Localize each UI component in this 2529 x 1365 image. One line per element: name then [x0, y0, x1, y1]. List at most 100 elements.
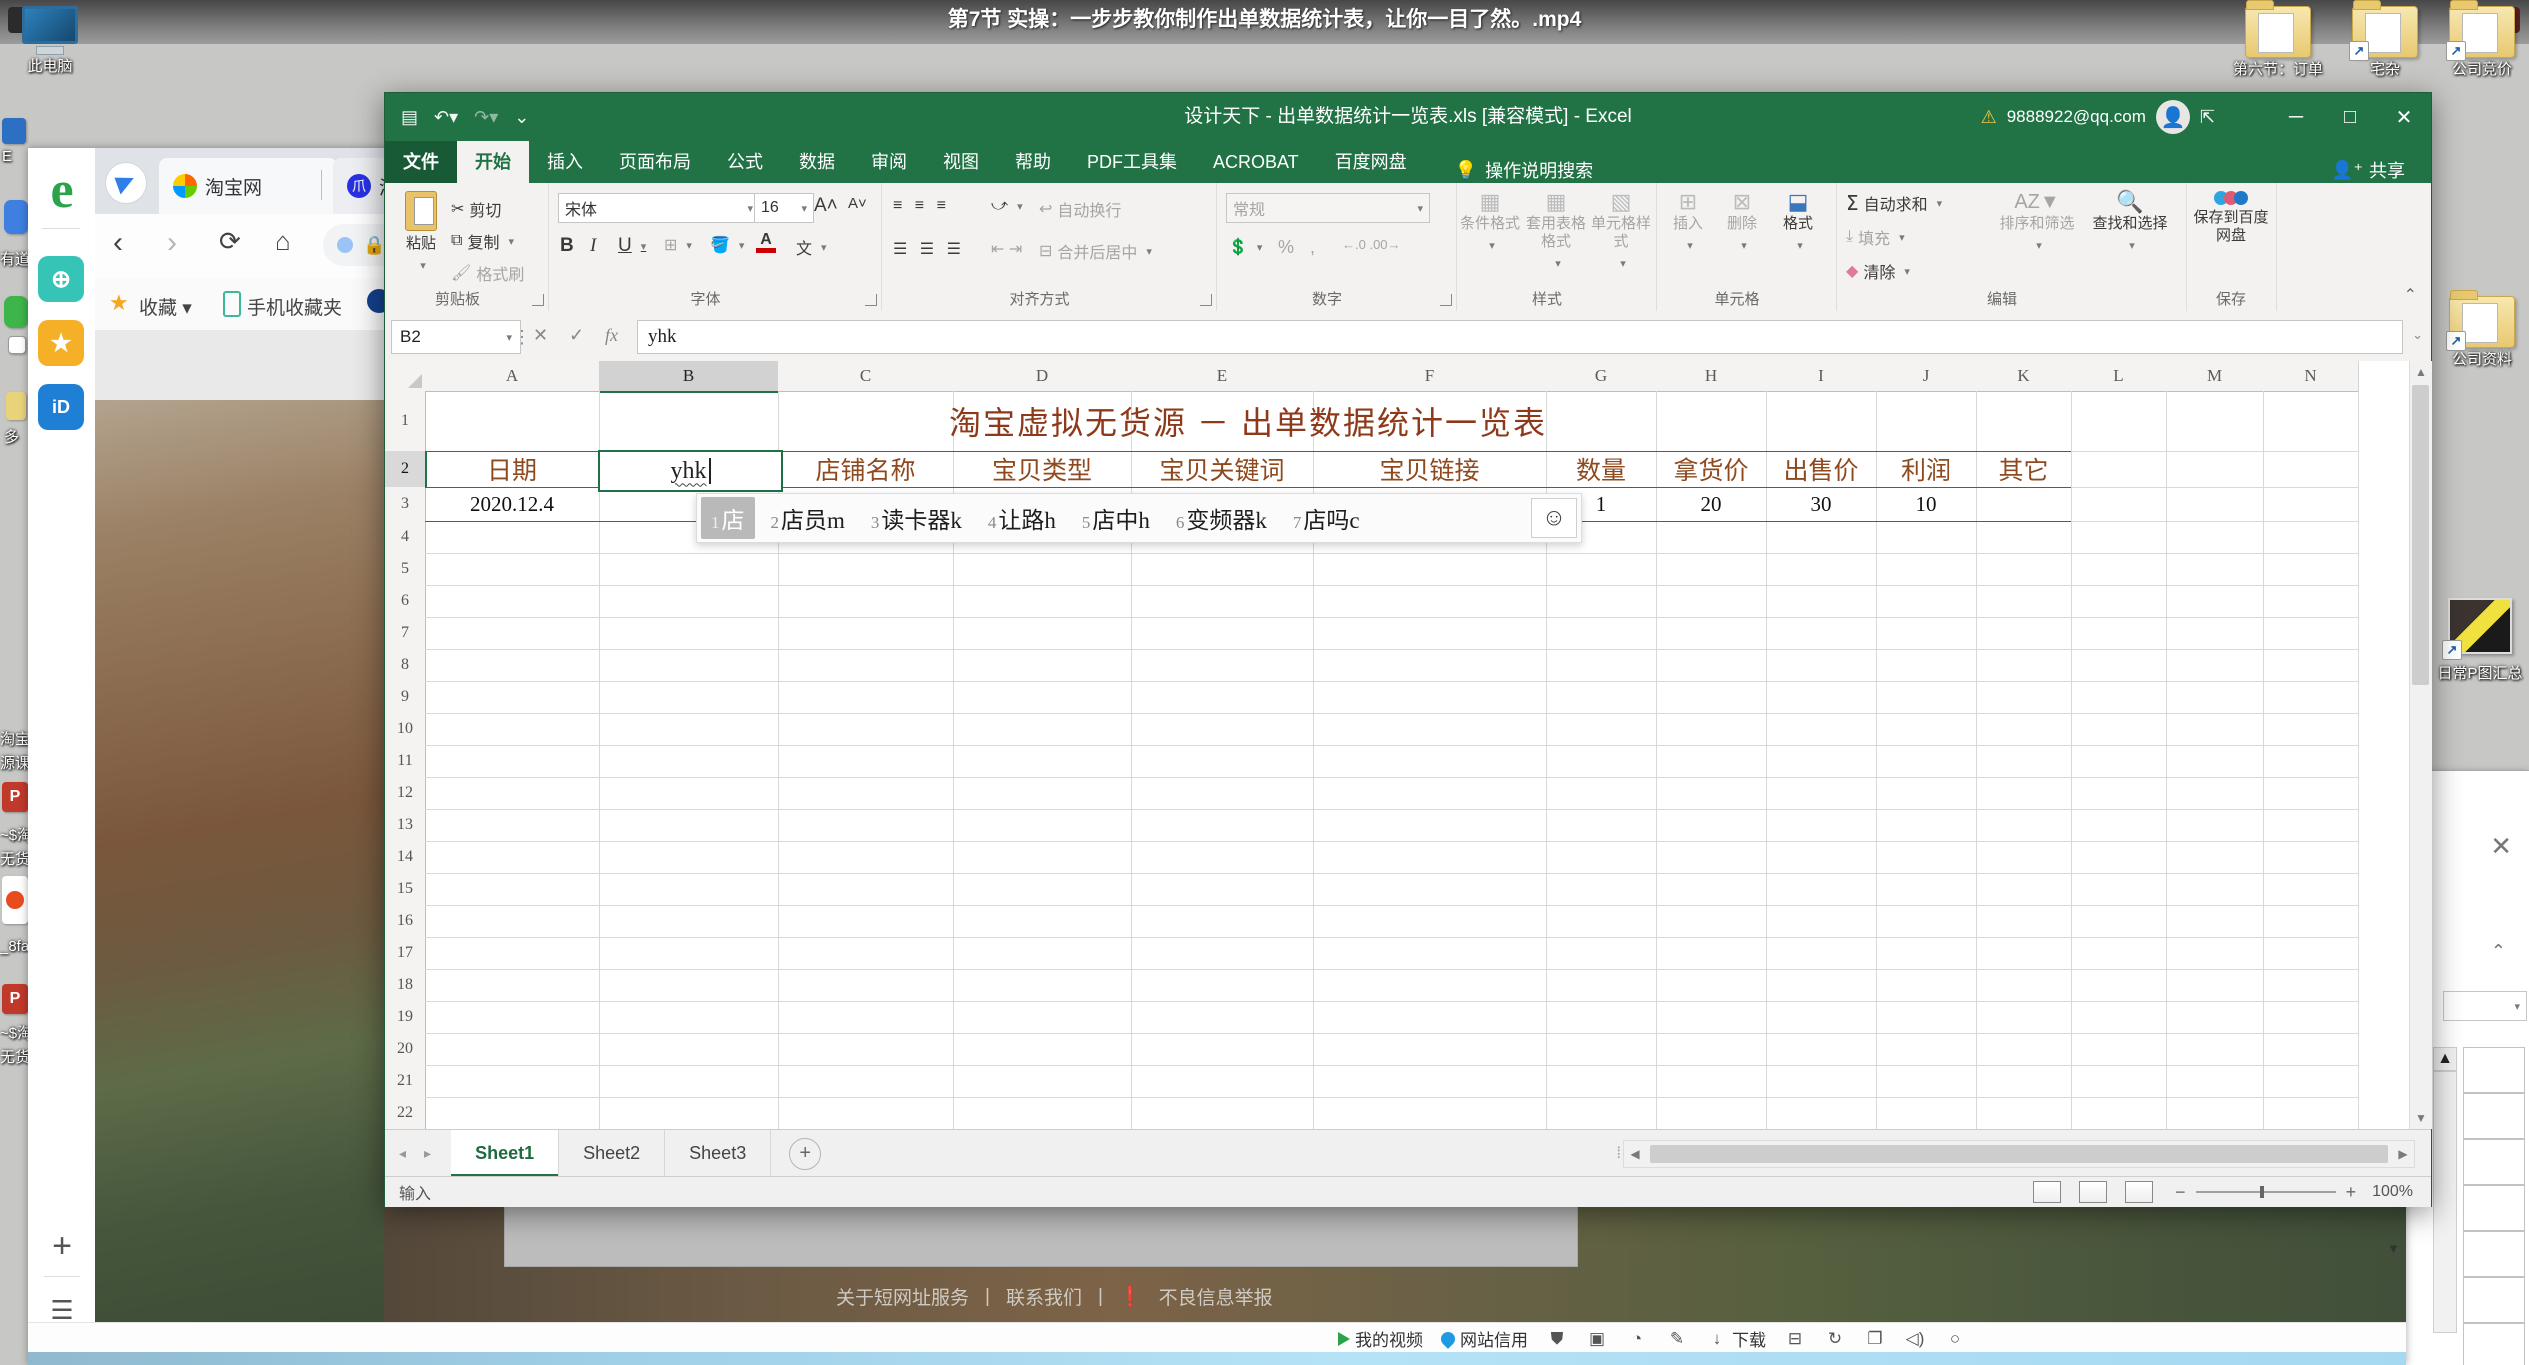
window-icon[interactable]: ❐ [1864, 1328, 1886, 1350]
clear-button[interactable]: ◆清除▾ [1846, 259, 1910, 283]
back-icon[interactable]: ‹ [113, 226, 123, 260]
grid-cell-J2-header[interactable]: 利润 [1876, 451, 1976, 487]
column-header-A[interactable]: A [425, 361, 600, 392]
column-header-I[interactable]: I [1766, 361, 1877, 392]
chevron-up-icon[interactable]: ⌃ [2491, 941, 2506, 962]
site-credit-button[interactable]: 网站信用 [1441, 1326, 1528, 1351]
row-header-3[interactable]: 3 [385, 487, 426, 522]
phonetic-button[interactable]: 文▾ [796, 235, 827, 259]
grid-cell-F2-header[interactable]: 宝贝链接 [1313, 451, 1546, 487]
page-layout-view-icon[interactable] [2079, 1181, 2107, 1203]
scroll-thumb[interactable] [1650, 1145, 2388, 1163]
scroll-up-icon[interactable]: ▲ [2433, 1047, 2457, 1071]
favorites-star-icon[interactable]: ★ [38, 320, 84, 366]
number-format-combo[interactable]: 常规▾ [1226, 193, 1430, 223]
id-tool-icon[interactable]: iD [38, 384, 84, 430]
send-page-icon[interactable] [105, 162, 147, 204]
sheet-title-cell[interactable]: 淘宝虚拟无货源 － 出单数据统计一览表 [425, 391, 2071, 451]
row-header-17[interactable]: 17 [385, 937, 426, 970]
new-sheet-icon[interactable]: + [789, 1138, 821, 1170]
desktop-icon-p-file-2[interactable]: P [2, 984, 28, 1014]
row-header-21[interactable]: 21 [385, 1065, 426, 1098]
fill-button[interactable]: ⤓填充▾ [1846, 225, 1905, 249]
row-header-20[interactable]: 20 [385, 1033, 426, 1066]
copy-button[interactable]: ⧉复制▾ [451, 229, 514, 253]
grid-cell-D2-header[interactable]: 宝贝类型 [953, 451, 1131, 487]
grid-cell-H2-header[interactable]: 拿货价 [1656, 451, 1766, 487]
emoji-button[interactable]: ☺ [1531, 498, 1577, 538]
shield-icon[interactable]: ⛊ [1546, 1328, 1568, 1350]
vertical-scrollbar[interactable]: ▲ ▼ [2409, 361, 2432, 1129]
column-header-K[interactable]: K [1976, 361, 2072, 392]
column-header-F[interactable]: F [1313, 361, 1547, 392]
grid-cell-C2-header[interactable]: 店铺名称 [778, 451, 953, 487]
select-all-corner[interactable] [385, 361, 426, 392]
wrap-text-button[interactable]: ↩自动换行 [1039, 197, 1121, 221]
desktop-icon-company-files[interactable]: ↗ 公司资料 [2436, 296, 2528, 369]
column-header-L[interactable]: L [2071, 361, 2167, 392]
grid-cell-A2-header[interactable]: 日期 [425, 451, 599, 487]
row-header-8[interactable]: 8 [385, 649, 426, 682]
splitter-dots-icon[interactable]: ⁞ [1617, 1145, 1621, 1163]
grid-cell-I2-header[interactable]: 出售价 [1766, 451, 1876, 487]
column-header-C[interactable]: C [778, 361, 954, 392]
my-video-button[interactable]: 我的视频 [1338, 1326, 1423, 1351]
merge-center-button[interactable]: ⊟合并后居中▾ [1039, 239, 1152, 263]
sheet-tab-sheet2[interactable]: Sheet2 [559, 1130, 665, 1177]
desktop-icon-zhaiza[interactable]: ↗ 宅杂 [2340, 6, 2430, 79]
column-header-J[interactable]: J [1876, 361, 1977, 392]
scroll-up-icon[interactable]: ▲ [2410, 361, 2432, 383]
ime-candidate-1[interactable]: 1店 [701, 497, 755, 539]
borders-button[interactable]: ⊞▾ [664, 235, 692, 255]
row-header-2[interactable]: 2 [385, 451, 427, 488]
ribbon-tab-6[interactable]: 数据 [781, 141, 853, 183]
collapse-ribbon-icon[interactable]: ⌃ [2404, 285, 2417, 305]
column-header-H[interactable]: H [1656, 361, 1767, 392]
insert-function-icon[interactable]: fx [605, 325, 618, 346]
currency-button[interactable]: 💲▾ [1228, 237, 1262, 257]
row-header-5[interactable]: 5 [385, 553, 426, 586]
row-header-15[interactable]: 15 [385, 873, 426, 906]
ime-candidate-6[interactable]: 6变频器k [1166, 497, 1277, 539]
row-header-22[interactable]: 22 [385, 1097, 426, 1129]
shrink-font-button[interactable]: A˅ [848, 195, 867, 212]
ribbon-tab-1[interactable]: 文件 [385, 141, 457, 183]
search-icon[interactable]: ○ [1944, 1328, 1966, 1350]
desktop-icon-lesson6[interactable]: 第六节：订单 [2228, 6, 2328, 79]
favorites-label[interactable]: 收藏 ▾ [139, 293, 192, 320]
browser-logo-icon[interactable]: e [40, 162, 84, 218]
decimal-buttons[interactable]: ←.0 .00→ [1342, 237, 1401, 252]
footer-link[interactable]: 关于短网址服务 [836, 1283, 969, 1310]
horizontal-align-icons[interactable]: ☰ ☰ ☰ [893, 239, 965, 259]
column-header-D[interactable]: D [953, 361, 1132, 392]
close-icon[interactable]: ✕ [2490, 831, 2512, 862]
column-header-E[interactable]: E [1131, 361, 1314, 392]
zoom-slider[interactable] [2196, 1191, 2336, 1193]
scroll-down-icon[interactable]: ▼ [2410, 1107, 2432, 1129]
expand-formula-bar-icon[interactable]: ⌄ [2412, 327, 2423, 343]
row-header-11[interactable]: 11 [385, 745, 426, 778]
tell-me-box[interactable]: 💡 操作说明搜索 [1455, 157, 1593, 183]
active-cell-b2-editing[interactable]: yhk [598, 450, 783, 492]
find-select-button[interactable]: 🔍查找和选择▾ [2084, 193, 2176, 255]
zoom-out-icon[interactable]: − [2175, 1182, 2186, 1203]
add-icon[interactable]: + [42, 1226, 82, 1266]
ribbon-tab-8[interactable]: 视图 [925, 141, 997, 183]
desktop-icon-daily-pics[interactable]: ↗ 日常P图汇总 [2432, 598, 2528, 683]
sound-icon[interactable]: ◁) [1904, 1328, 1926, 1350]
scroll-right-icon[interactable]: ▶ [2392, 1143, 2414, 1165]
name-box[interactable]: B2▾ [391, 320, 521, 354]
grow-font-button[interactable]: A˄ [814, 195, 838, 217]
ribbon-tab-5[interactable]: 公式 [709, 141, 781, 183]
conditional-format-button[interactable]: ▦条件格式▾ [1460, 193, 1520, 255]
italic-button[interactable]: I [590, 235, 596, 257]
ime-candidate-3[interactable]: 3读卡器k [861, 497, 972, 539]
speed-icon[interactable]: ◔ [1626, 1328, 1648, 1350]
download-button[interactable]: ↓ 下载 [1706, 1326, 1766, 1351]
bold-button[interactable]: B [560, 235, 574, 257]
column-header-B[interactable]: B [599, 361, 779, 393]
row-header-14[interactable]: 14 [385, 841, 426, 874]
background-dropdown[interactable]: ▾ [2443, 991, 2527, 1021]
scroll-down-icon[interactable]: ▼ [2387, 1241, 2400, 1256]
normal-view-icon[interactable] [2033, 1181, 2061, 1203]
